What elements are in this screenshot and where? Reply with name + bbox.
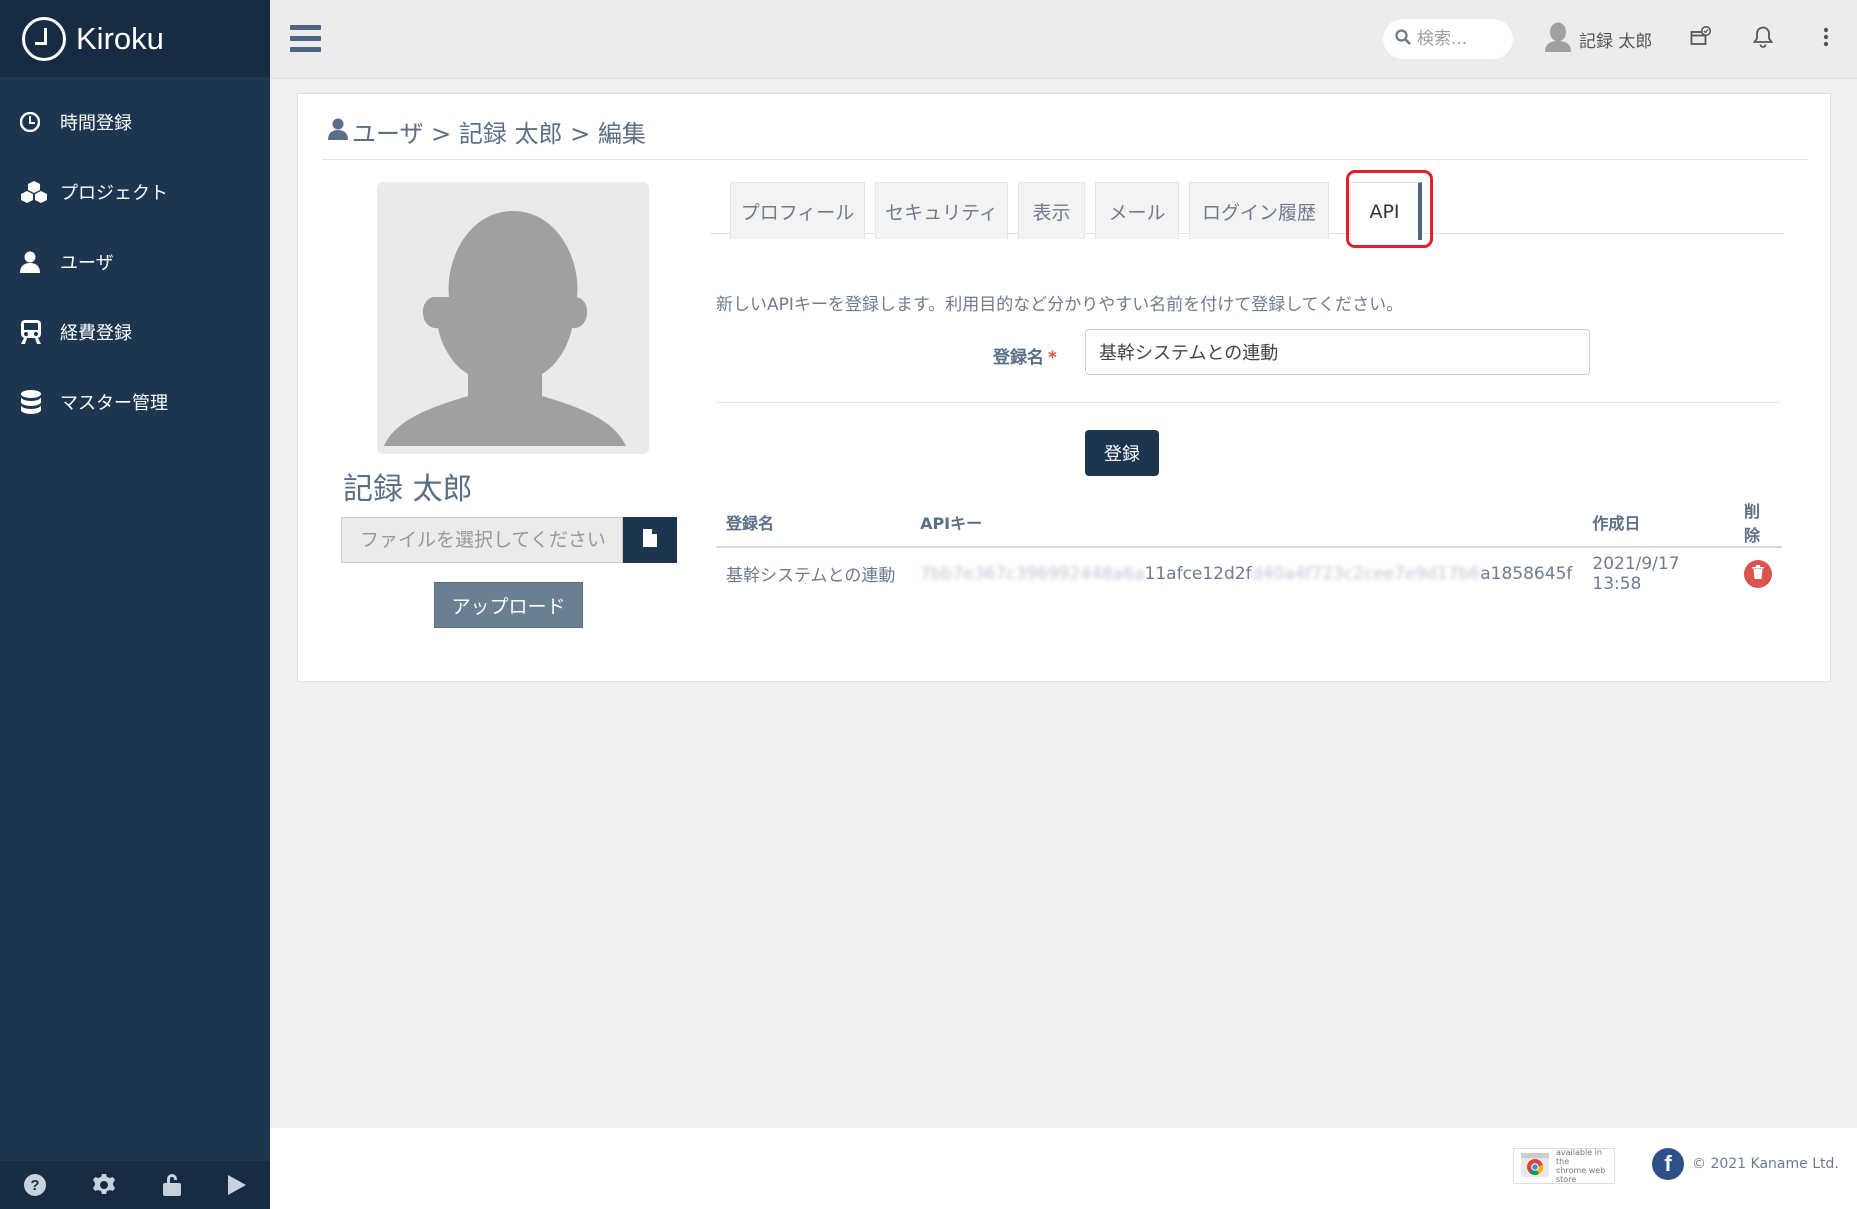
- sidebar-item-master[interactable]: マスター管理: [0, 367, 270, 437]
- chrome-store-icon: [1520, 1150, 1550, 1182]
- table-row: 基幹システムとの連動 7bb7e367c396992448a6a11afce12…: [716, 547, 1782, 599]
- breadcrumb-text: ユーザ > 記録 太郎 > 編集: [352, 120, 646, 148]
- api-key-blurred: d40a4f723c2cee7e9d17b6: [1251, 563, 1481, 584]
- table-header-row: 登録名 APIキー 作成日 削除: [716, 498, 1782, 548]
- search-box[interactable]: [1383, 19, 1513, 59]
- tab-security[interactable]: セキュリティ: [875, 182, 1008, 239]
- api-key-value: 7bb7e367c396992448a6a11afce12d2fd40a4f72…: [910, 547, 1582, 599]
- chrome-store-line2: chrome web store: [1556, 1166, 1606, 1184]
- tab-mail[interactable]: メール: [1095, 182, 1179, 239]
- tab-profile[interactable]: プロフィール: [730, 182, 865, 239]
- user-name: 記録 太郎: [1579, 31, 1653, 52]
- user-icon: [328, 118, 348, 146]
- sidebar-item-label: 時間登録: [60, 113, 132, 134]
- name-label: 登録名 *: [993, 343, 1057, 368]
- search-icon: [1395, 29, 1411, 49]
- sidebar-footer: ?: [0, 1161, 270, 1209]
- user-icon: [20, 251, 60, 273]
- copyright: © 2021 Kaname Ltd.: [1692, 1156, 1839, 1172]
- tab-bar: プロフィール セキュリティ 表示 メール ログイン履歴 API: [710, 182, 1784, 240]
- trash-icon: [1752, 564, 1764, 584]
- sidebar-item-label: マスター管理: [60, 393, 168, 414]
- tab-display[interactable]: 表示: [1018, 182, 1085, 239]
- sidebar-item-project[interactable]: プロジェクト: [0, 157, 270, 227]
- breadcrumb: ユーザ > 記録 太郎 > 編集: [328, 114, 646, 149]
- divider: [716, 402, 1780, 403]
- more-vertical-icon[interactable]: [1823, 27, 1829, 51]
- database-icon: [20, 390, 60, 414]
- sidebar-item-user[interactable]: ユーザ: [0, 227, 270, 297]
- sidebar-nav: 時間登録 プロジェクト ユーザ 経費登録 マスター管理: [0, 77, 270, 437]
- sidebar-item-label: プロジェクト: [60, 183, 168, 204]
- help-icon[interactable]: ?: [23, 1173, 47, 1197]
- column-header-name: 登録名: [716, 498, 911, 548]
- profile-avatar: [377, 182, 649, 454]
- sidebar-item-label: 経費登録: [60, 323, 132, 344]
- cubes-icon: [20, 181, 60, 203]
- sidebar-item-time[interactable]: 時間登録: [0, 87, 270, 157]
- column-header-key: APIキー: [910, 498, 1583, 548]
- search-input[interactable]: [1417, 29, 1507, 49]
- tab-login-history[interactable]: ログイン履歴: [1189, 182, 1329, 239]
- brand[interactable]: Kiroku: [0, 0, 270, 77]
- file-icon: [643, 529, 657, 551]
- chrome-web-store-badge[interactable]: available in the chrome web store: [1513, 1148, 1615, 1184]
- name-label-text: 登録名: [993, 348, 1044, 368]
- column-header-created: 作成日: [1582, 498, 1734, 548]
- api-key-delete-cell: [1734, 547, 1782, 599]
- delete-button[interactable]: [1744, 559, 1772, 588]
- api-key-created: 2021/9/17 13:58: [1592, 553, 1680, 594]
- svg-text:?: ?: [30, 1177, 39, 1194]
- api-key-name: 基幹システムとの連動: [726, 566, 896, 586]
- avatar-icon: [1545, 22, 1571, 56]
- divider: [322, 159, 1808, 160]
- file-chooser: ファイルを選択してください: [341, 517, 677, 563]
- chrome-store-line1: available in the: [1556, 1148, 1602, 1166]
- clock-icon: [20, 112, 60, 132]
- sidebar: Kiroku 時間登録 プロジェクト ユーザ 経費登録 マスター管理 ?: [0, 0, 270, 1209]
- api-key-blurred: 7bb7e367c396992448a6a: [920, 563, 1145, 584]
- api-key-table: 登録名 APIキー 作成日 削除 基幹システムとの連動 7bb7e367c396…: [716, 498, 1782, 599]
- api-key-visible: 11afce12d2f: [1144, 563, 1252, 584]
- hamburger-menu-icon[interactable]: [290, 25, 321, 53]
- file-input[interactable]: ファイルを選択してください: [341, 517, 623, 563]
- api-name-input[interactable]: [1085, 329, 1590, 375]
- required-mark: *: [1048, 348, 1057, 368]
- facebook-icon[interactable]: f: [1652, 1148, 1684, 1180]
- file-browse-button[interactable]: [623, 517, 677, 563]
- calendar-check-icon[interactable]: [1690, 25, 1712, 52]
- unlock-icon[interactable]: [162, 1173, 182, 1197]
- upload-button[interactable]: アップロード: [434, 582, 583, 628]
- page-footer: available in the chrome web store f © 20…: [270, 1127, 1857, 1209]
- api-key-visible: a1858645f: [1480, 563, 1573, 584]
- gear-icon[interactable]: [92, 1173, 116, 1197]
- register-button[interactable]: 登録: [1085, 430, 1159, 476]
- bell-icon[interactable]: [1752, 26, 1774, 52]
- api-description: 新しいAPIキーを登録します。利用目的など分かりやすい名前を付けて登録してくださ…: [716, 295, 1404, 315]
- topbar: 記録 太郎: [270, 0, 1857, 79]
- user-menu[interactable]: 記録 太郎: [1545, 22, 1652, 56]
- chrome-store-text: available in the chrome web store: [1556, 1148, 1614, 1184]
- sidebar-item-expense[interactable]: 経費登録: [0, 297, 270, 367]
- profile-name: 記録 太郎: [343, 472, 473, 507]
- column-header-delete: 削除: [1734, 498, 1782, 548]
- sidebar-item-label: ユーザ: [60, 253, 114, 274]
- play-icon[interactable]: [227, 1174, 247, 1196]
- user-edit-card: ユーザ > 記録 太郎 > 編集 記録 太郎 ファイルを選択してください アップ…: [297, 93, 1831, 682]
- app-name: Kiroku: [76, 20, 164, 56]
- clock-logo-icon: [22, 16, 66, 61]
- train-icon: [20, 320, 60, 344]
- tab-api[interactable]: API: [1350, 182, 1422, 240]
